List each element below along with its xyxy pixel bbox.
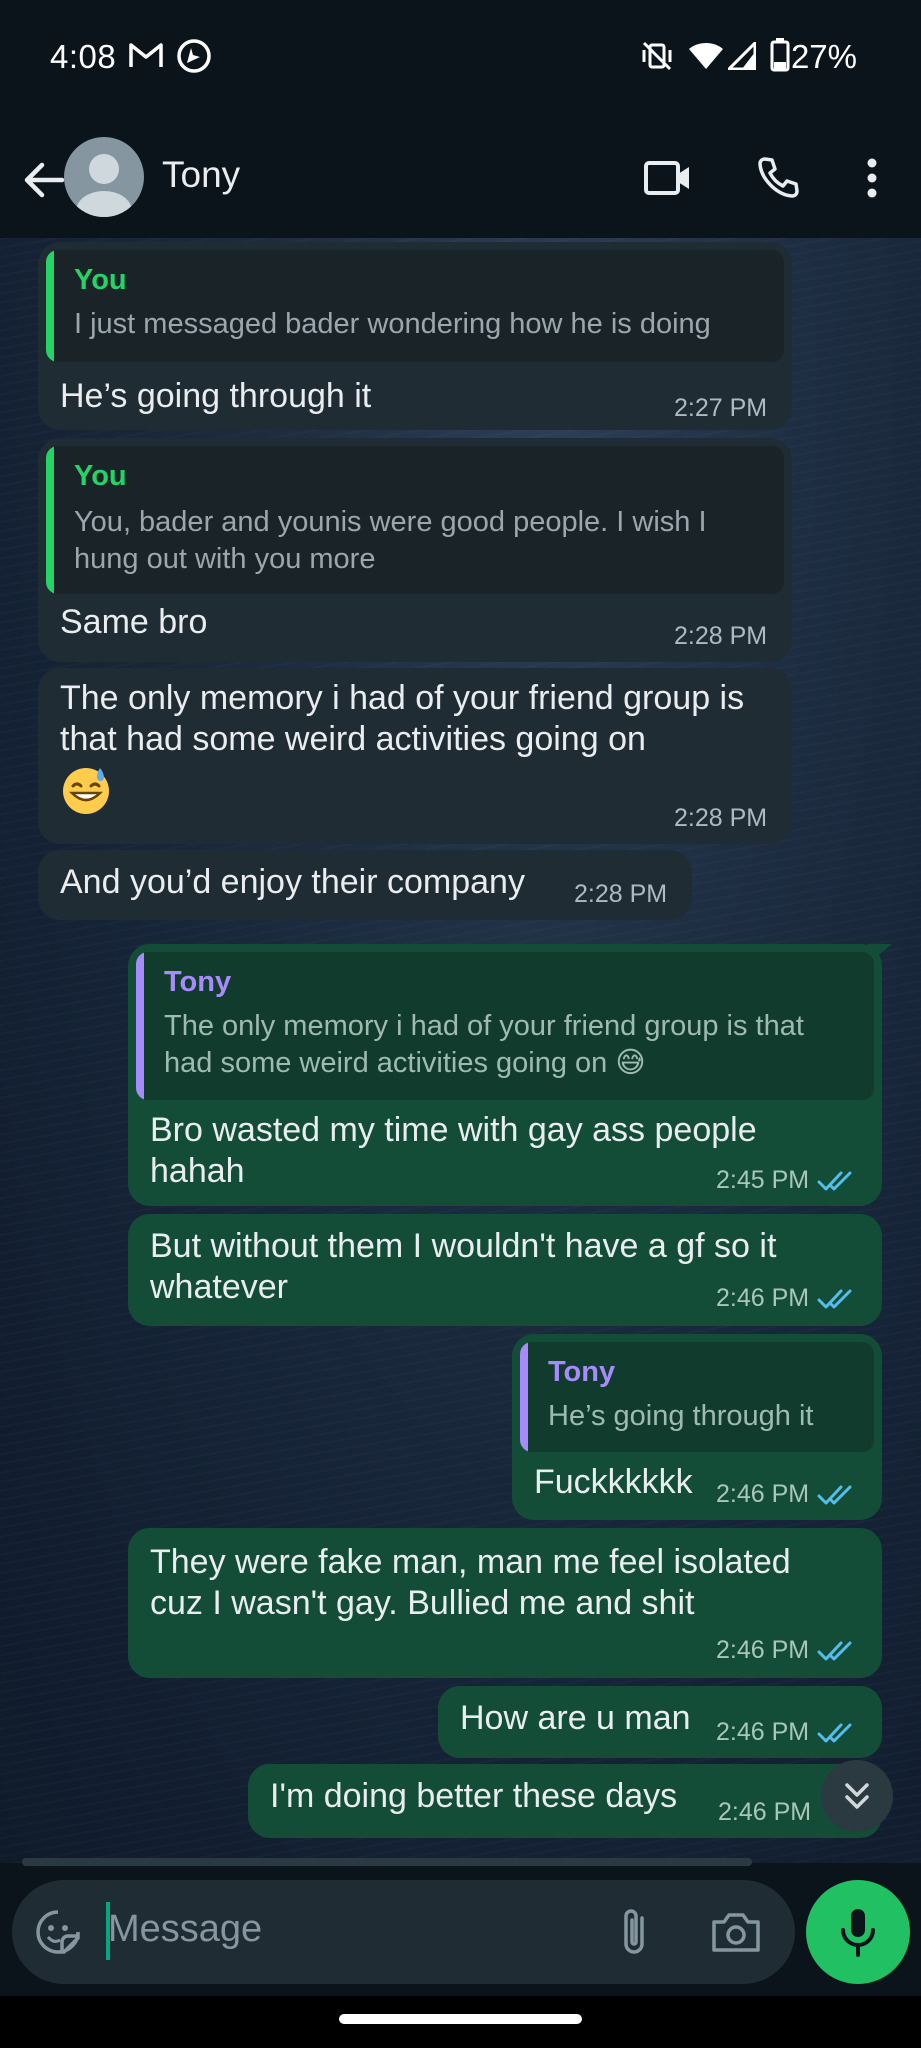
chat-header: Tony: [0, 120, 921, 238]
avatar[interactable]: [64, 137, 144, 217]
status-bar: 4:08 27%: [0, 0, 921, 120]
scroll-down-icon: [845, 1783, 869, 1809]
message-text: Bro wasted my time with gay ass people h…: [150, 1111, 757, 1190]
message-meta: 2:46 PM: [716, 1480, 853, 1509]
quote-text: The only memory i had of your friend gro…: [164, 1010, 804, 1079]
message-input[interactable]: Message: [108, 1908, 262, 1951]
quote-bar: [520, 1342, 528, 1452]
double-check-icon: [817, 1485, 852, 1504]
quote-bar: [46, 250, 54, 362]
quote-text: He’s going through it: [548, 1400, 814, 1432]
message-bubble-incoming[interactable]: And you’d enjoy their company 2:28 PM: [38, 850, 692, 920]
mic-icon: [841, 1909, 875, 1957]
message-bubble-outgoing[interactable]: How are u man 2:46 PM: [438, 1686, 882, 1758]
quote-author: You: [74, 460, 127, 492]
message-meta: 2:45 PM: [716, 1166, 853, 1195]
reply-quote[interactable]: You I just messaged bader wondering how …: [46, 250, 784, 362]
phone-icon: [758, 157, 799, 198]
message-time: 2:45 PM: [716, 1166, 810, 1194]
sticker-icon: [36, 1910, 80, 1954]
message-bubble-outgoing[interactable]: But without them I wouldn't have a gf so…: [128, 1214, 882, 1326]
more-vert-icon: [867, 158, 877, 198]
message-bubble-outgoing[interactable]: Tony He’s going through it Fuckkkkkk 2:4…: [512, 1334, 882, 1520]
home-gesture-bar[interactable]: [339, 2014, 582, 2024]
voice-message-button[interactable]: [806, 1880, 910, 1984]
quote-text: I just messaged bader wondering how he i…: [74, 308, 711, 340]
message-text: He’s going through it: [60, 377, 372, 415]
message-time: 2:46 PM: [716, 1636, 810, 1664]
more-options-button[interactable]: [842, 148, 902, 208]
double-check-icon: [817, 1289, 852, 1308]
double-check-icon: [817, 1171, 852, 1190]
navigation-icon: [176, 38, 212, 79]
message-text: Same bro: [60, 603, 208, 641]
message-text: How are u man: [460, 1699, 691, 1737]
attach-icon: [624, 1909, 644, 1954]
contact-name[interactable]: Tony: [162, 154, 240, 196]
camera-button[interactable]: [710, 1906, 762, 1958]
video-call-icon: [644, 161, 689, 195]
camera-icon: [712, 1913, 760, 1952]
chat-area[interactable]: You I just messaged bader wondering how …: [0, 238, 921, 1863]
sticker-button[interactable]: [32, 1906, 84, 1958]
message-meta: 2:46 PM: [716, 1718, 853, 1747]
composer-divider: [22, 1858, 752, 1866]
quote-bar: [136, 952, 144, 1100]
vibrate-off-icon: [641, 40, 673, 77]
message-bubble-incoming[interactable]: You I just messaged bader wondering how …: [38, 242, 792, 430]
wifi-icon: [688, 42, 724, 75]
gmail-icon: [128, 40, 164, 75]
grinning-sweat-emoji: [60, 764, 112, 821]
status-time: 4:08: [50, 38, 117, 75]
message-bubble-outgoing[interactable]: They were fake man, man me feel isolated…: [128, 1528, 882, 1678]
message-bubble-incoming[interactable]: The only memory i had of your friend gro…: [38, 668, 792, 844]
message-time: 2:46 PM: [716, 1718, 810, 1746]
message-meta: 2:46 PM: [716, 1636, 853, 1665]
message-time: 2:28 PM: [574, 880, 668, 908]
voice-call-button[interactable]: [748, 148, 808, 208]
message-text: Fuckkkkkk: [534, 1463, 693, 1501]
message-time: 2:28 PM: [674, 622, 768, 650]
quote-author: Tony: [164, 966, 232, 998]
message-time: 2:46 PM: [716, 1284, 810, 1312]
double-check-icon: [817, 1641, 852, 1660]
quote-text: You, bader and younis were good people. …: [74, 506, 707, 575]
message-time: 2:28 PM: [674, 804, 768, 832]
message-time: 2:27 PM: [674, 394, 768, 422]
avatar-icon: [76, 154, 132, 217]
attach-button[interactable]: [608, 1906, 660, 1958]
message-time: 2:46 PM: [718, 1798, 812, 1826]
reply-quote[interactable]: Tony He’s going through it: [520, 1342, 874, 1452]
message-meta: 2:46 PM: [716, 1284, 853, 1313]
video-call-button[interactable]: [638, 148, 698, 208]
system-nav-bar: [0, 1996, 921, 2048]
message-time: 2:46 PM: [716, 1480, 810, 1508]
message-bubble-outgoing[interactable]: Tony The only memory i had of your frien…: [128, 944, 892, 1206]
quote-bar: [46, 446, 54, 594]
quote-author: You: [74, 264, 127, 296]
scroll-to-bottom-button[interactable]: [821, 1760, 893, 1832]
battery-icon: [770, 38, 790, 77]
reply-quote[interactable]: You You, bader and younis were good peop…: [46, 446, 784, 594]
message-text: The only memory i had of your friend gro…: [60, 679, 745, 758]
battery-percent: 27%: [790, 38, 857, 75]
signal-icon: [725, 39, 757, 75]
reply-quote[interactable]: Tony The only memory i had of your frien…: [136, 952, 874, 1100]
message-text: And you’d enjoy their company: [60, 863, 525, 901]
message-composer[interactable]: Message: [12, 1880, 795, 1984]
message-bubble-outgoing[interactable]: I'm doing better these days 2:46 PM: [248, 1764, 882, 1838]
message-bubble-incoming[interactable]: You You, bader and younis were good peop…: [38, 438, 792, 662]
message-text: I'm doing better these days: [270, 1777, 678, 1815]
message-text: They were fake man, man me feel isolated…: [150, 1543, 791, 1622]
quote-author: Tony: [548, 1356, 616, 1388]
double-check-icon: [817, 1723, 852, 1742]
